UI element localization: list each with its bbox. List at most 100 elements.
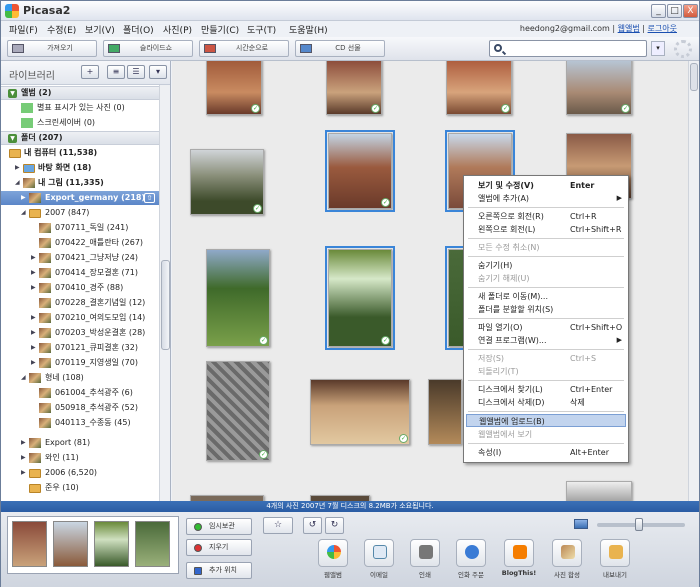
- ctx-split-folder[interactable]: 폴더를 분할할 위치(S): [466, 303, 626, 316]
- folder-item[interactable]: 준우 (10): [1, 481, 159, 495]
- folder-item[interactable]: ◢ 내 그림 (11,335): [1, 176, 159, 190]
- folder-item[interactable]: ▶ 와인 (11): [1, 451, 159, 465]
- folder-item[interactable]: ▶ 070203_박성운결혼 (28): [1, 326, 159, 340]
- folder-item[interactable]: 내 컴퓨터 (11,538): [1, 146, 159, 160]
- folder-item[interactable]: ▶ 070410_경주 (88): [1, 281, 159, 295]
- close-button[interactable]: X: [683, 4, 698, 18]
- expand-icon[interactable]: ▶: [15, 164, 22, 171]
- tray-photo[interactable]: [135, 521, 170, 567]
- logout-link[interactable]: 로그아웃: [648, 24, 677, 33]
- expand-icon[interactable]: ▶: [31, 284, 38, 291]
- ctx-add-to-album[interactable]: 앨범에 추가(A) ▶: [466, 192, 626, 205]
- blogthis-action[interactable]: BlogThis!: [499, 537, 539, 581]
- order-prints-button[interactable]: [456, 539, 486, 567]
- folder-item[interactable]: ◢ 2007 (847): [1, 206, 159, 220]
- timeline-button[interactable]: 시간순으로: [199, 40, 289, 57]
- album-item-starred[interactable]: 별표 표시가 있는 사진 (0): [1, 101, 159, 115]
- gift-cd-button[interactable]: CD 선물: [295, 40, 385, 57]
- tray-photo[interactable]: [12, 521, 47, 567]
- folder-item[interactable]: 070711_독일 (241): [1, 221, 159, 235]
- menu-tools[interactable]: 도구(T): [247, 23, 276, 36]
- web-album-button[interactable]: [318, 539, 348, 567]
- expand-icon[interactable]: ▶: [31, 344, 38, 351]
- list-view-icon[interactable]: ≡: [107, 65, 125, 79]
- grid-scrollbar[interactable]: [688, 61, 699, 501]
- upload-icon[interactable]: ⇧: [144, 193, 155, 203]
- sidebar-menu-icon[interactable]: ▾: [149, 65, 167, 79]
- ctx-view-edit[interactable]: 보기 및 수정(V) Enter: [466, 179, 626, 192]
- menu-help[interactable]: 도움말(H): [289, 23, 328, 36]
- expand-icon[interactable]: ▶: [31, 329, 38, 336]
- add-to-button[interactable]: 추가 위치: [186, 562, 252, 579]
- album-item-screensaver[interactable]: 스크린세이버 (0): [1, 116, 159, 130]
- photo-thumbnail[interactable]: [566, 481, 632, 501]
- ctx-rotate-left[interactable]: 왼쪽으로 회전(L) Ctrl+Shift+R: [466, 223, 626, 236]
- folder-item[interactable]: ▶ Export (81): [1, 436, 159, 450]
- expand-icon[interactable]: ▶: [21, 469, 28, 476]
- folder-item[interactable]: 040113_수종동 (45): [1, 416, 159, 430]
- star-icon[interactable]: ☆: [263, 517, 293, 534]
- folder-item[interactable]: ▶ 바탕 화면 (18): [1, 161, 159, 175]
- photo-thumbnail[interactable]: ✓: [206, 249, 270, 347]
- menu-create[interactable]: 만들기(C): [201, 23, 239, 36]
- rotate-right-icon[interactable]: ↻: [325, 517, 344, 534]
- ctx-hide[interactable]: 숨기기(H): [466, 259, 626, 272]
- slider-knob[interactable]: [635, 518, 644, 531]
- folder-item[interactable]: ◢ 형네 (108): [1, 371, 159, 385]
- photo-thumbnail[interactable]: ✓: [446, 61, 512, 115]
- ctx-delete-from-disk[interactable]: 디스크에서 삭제(D) 삭제: [466, 396, 626, 409]
- menu-edit[interactable]: 수정(E): [47, 23, 76, 36]
- sidebar-scroll-thumb[interactable]: [161, 260, 170, 350]
- ctx-upload-web-album[interactable]: 웹앨범에 업로드(B): [466, 414, 626, 427]
- collage-action[interactable]: 사진 합성: [547, 537, 587, 581]
- photo-thumbnail-selected[interactable]: ✓: [325, 246, 395, 350]
- menu-file[interactable]: 파일(F): [9, 23, 38, 36]
- web-album-link[interactable]: 웹앨범: [618, 24, 640, 33]
- ctx-rotate-right[interactable]: 오른쪽으로 회전(R) Ctrl+R: [466, 210, 626, 223]
- menu-picture[interactable]: 사진(P): [163, 23, 192, 36]
- ctx-open-file[interactable]: 파일 열기(O) Ctrl+Shift+O: [466, 321, 626, 334]
- tree-view-icon[interactable]: ☰: [127, 65, 145, 79]
- folder-item[interactable]: 050918_추석광주 (52): [1, 401, 159, 415]
- tray-photo[interactable]: [53, 521, 88, 567]
- photo-thumbnail[interactable]: ✓: [206, 61, 262, 115]
- expand-icon[interactable]: ▶: [31, 314, 38, 321]
- folder-item-selected[interactable]: ▶ Export_germany (218) ⇧: [1, 191, 159, 205]
- import-button[interactable]: 가져오기: [7, 40, 97, 57]
- expand-icon[interactable]: ▶: [31, 269, 38, 276]
- clear-button[interactable]: 지우기: [186, 539, 252, 556]
- folder-item[interactable]: ▶ 2006 (6,520): [1, 466, 159, 480]
- photo-thumbnail[interactable]: ✓: [566, 61, 632, 115]
- export-action[interactable]: 내보내기: [595, 537, 635, 581]
- photo-thumbnail[interactable]: ✓: [190, 149, 264, 215]
- expand-icon[interactable]: ▶: [31, 359, 38, 366]
- folder-item[interactable]: ▶ 070121_큐피결혼 (32): [1, 341, 159, 355]
- collage-button[interactable]: [552, 539, 582, 567]
- expand-icon[interactable]: ▶: [31, 254, 38, 261]
- photo-thumbnail[interactable]: [428, 379, 462, 445]
- search-options-dropdown[interactable]: ▾: [651, 41, 665, 56]
- email-button[interactable]: [364, 539, 394, 567]
- export-button[interactable]: [600, 539, 630, 567]
- hold-button[interactable]: 임시보관: [186, 518, 252, 535]
- folder-item[interactable]: 070422_애틀란타 (267): [1, 236, 159, 250]
- folder-item[interactable]: 070228_결혼기념일 (12): [1, 296, 159, 310]
- slideshow-button[interactable]: 슬라이드쇼: [103, 40, 193, 57]
- ctx-move-to-folder[interactable]: 새 폴더로 이동(M)...: [466, 290, 626, 303]
- maximize-button[interactable]: □: [667, 4, 682, 18]
- email-action[interactable]: 이메일: [359, 537, 399, 581]
- photo-tray[interactable]: [7, 516, 179, 574]
- folder-item[interactable]: ▶ 070210_여의도모임 (14): [1, 311, 159, 325]
- photo-thumbnail[interactable]: ✓: [206, 361, 270, 461]
- tray-photo[interactable]: [94, 521, 129, 567]
- thumbnail-size-slider[interactable]: [597, 518, 685, 531]
- new-album-icon[interactable]: +: [81, 65, 99, 79]
- sidebar-scrollbar[interactable]: [159, 85, 170, 501]
- photo-thumbnail-selected[interactable]: [445, 246, 467, 350]
- print-button[interactable]: [410, 539, 440, 567]
- ctx-open-with[interactable]: 연결 프로그램(W)... ▶: [466, 334, 626, 347]
- grid-scroll-thumb[interactable]: [690, 63, 698, 91]
- expand-icon[interactable]: ◢: [21, 374, 28, 381]
- ctx-properties[interactable]: 속성(I) Alt+Enter: [466, 446, 626, 459]
- expand-icon[interactable]: ▶: [21, 439, 28, 446]
